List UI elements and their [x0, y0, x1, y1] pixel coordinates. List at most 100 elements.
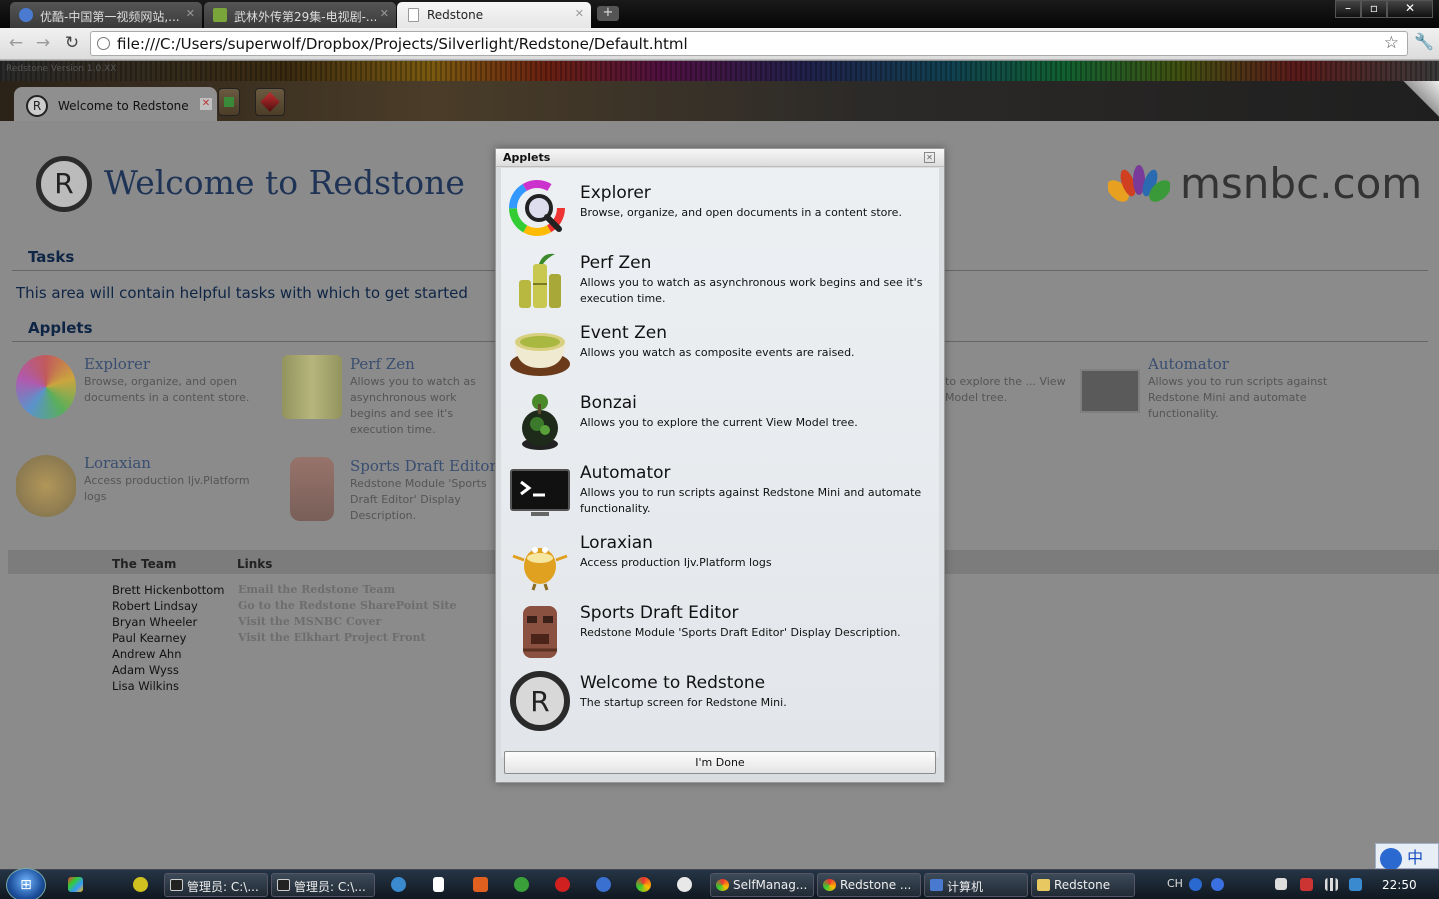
taskbar-label: 计算机 [947, 880, 984, 894]
browser-tab-redstone[interactable]: Redstone ✕ [397, 2, 591, 28]
start-button[interactable]: ⊞ [6, 868, 46, 899]
applet-title: Sports Draft Editor [350, 457, 497, 475]
svg-text:R: R [530, 685, 549, 718]
applet-desc: Browse, organize, and open documents in … [84, 375, 250, 404]
footer-link[interactable]: Visit the MSNBC Cover [238, 614, 456, 630]
new-tab-button[interactable]: + [597, 6, 619, 21]
address-bar[interactable]: file:///C:/Users/superwolf/Dropbox/Proje… [90, 31, 1408, 56]
applet-desc: Access production Ijv.Platform logs [580, 556, 772, 569]
app-tab-welcome[interactable]: R Welcome to Redstone ✕ [14, 87, 217, 121]
lorax-icon [512, 547, 568, 591]
page-info-icon[interactable] [97, 37, 110, 50]
document-icon[interactable] [433, 877, 444, 892]
dialog-title: Applets [503, 151, 551, 164]
links-heading: Links [237, 557, 273, 571]
taskbar-button-folder[interactable]: Redstone [1031, 873, 1135, 897]
done-button[interactable]: I'm Done [504, 751, 936, 774]
dialog-applet-welcome[interactable]: R Welcome to Redstone The startup screen… [501, 658, 939, 731]
clock[interactable]: 22:50 [1382, 878, 1417, 892]
chrome-icon[interactable] [636, 877, 651, 892]
folder-icon [1037, 879, 1050, 891]
youku-favicon-icon [19, 8, 33, 22]
footer-link[interactable]: Go to the Redstone SharePoint Site [238, 598, 456, 614]
download-button[interactable] [218, 88, 240, 116]
team-member: Paul Kearney [112, 631, 187, 645]
quicklaunch-icon[interactable] [68, 877, 83, 892]
redstone-logo-icon: R [510, 671, 570, 731]
back-button[interactable]: ← [5, 32, 27, 54]
terminal-icon [510, 469, 570, 516]
taskbar-button-chrome[interactable]: SelfManag... [710, 873, 814, 897]
tiki-icon [290, 457, 334, 521]
ime-mode: 中 [1407, 848, 1424, 867]
app-tab-close-icon[interactable]: ✕ [200, 98, 212, 110]
tab-close-icon[interactable]: ✕ [186, 7, 195, 20]
dialog-applet-explorer[interactable]: Explorer Browse, organize, and open docu… [501, 168, 939, 238]
maximize-button[interactable]: ▫ [1361, 0, 1387, 18]
minimize-button[interactable]: – [1335, 0, 1361, 18]
dialog-applet-event-zen[interactable]: Event Zen Allows you watch as composite … [501, 308, 939, 378]
bookmark-star-icon[interactable]: ☆ [1384, 33, 1399, 53]
applet-desc: Access production Ijv.Platform logs [84, 474, 250, 503]
tab-label: Redstone [427, 8, 484, 22]
dialog-applet-automator[interactable]: Automator Allows you to run scripts agai… [501, 448, 939, 518]
action-center-icon[interactable] [1300, 878, 1313, 891]
applet-desc: Redstone Module 'Sports Draft Editor' Di… [350, 477, 487, 522]
footer-link[interactable]: Visit the Elkhart Project Front [238, 630, 456, 646]
ime-indicator[interactable]: 中 [1375, 843, 1439, 870]
dialog-applet-loraxian[interactable]: Loraxian Access production Ijv.Platform … [501, 518, 939, 591]
dialog-applet-list: Explorer Browse, organize, and open docu… [501, 168, 939, 774]
dialog-close-icon[interactable]: ✕ [924, 152, 935, 163]
team-member: Adam Wyss [112, 663, 179, 677]
taskbar-button-cmd[interactable]: 管理员: C:\... [164, 873, 268, 897]
dialog-applet-perf-zen[interactable]: Perf Zen Allows you to watch as asynchro… [501, 238, 939, 308]
dialog-header: Applets ✕ [496, 149, 944, 167]
applets-button[interactable] [255, 88, 285, 116]
redstone-big-logo: R [36, 156, 92, 212]
browser-tab-youku[interactable]: 优酷-中国第一视频网站,... ✕ [10, 2, 202, 28]
volume-icon[interactable] [1275, 878, 1287, 890]
lorax-icon [16, 454, 76, 518]
qq-penguin-icon[interactable] [677, 877, 692, 892]
cmd-icon [277, 879, 290, 891]
download-icon [224, 97, 234, 107]
team-member: Lisa Wilkins [112, 679, 179, 693]
forward-button[interactable]: → [32, 32, 54, 54]
dropbox-icon[interactable] [1349, 878, 1362, 891]
quicklaunch-icon[interactable] [133, 877, 148, 892]
quicklaunch-icon[interactable] [596, 877, 611, 892]
help-icon[interactable] [1211, 878, 1224, 891]
applet-title: Explorer [84, 355, 151, 373]
team-heading: The Team [112, 557, 177, 571]
team-member: Brett Hickenbottom [112, 583, 225, 597]
cmd-icon [170, 879, 183, 891]
quicklaunch-icon[interactable] [555, 877, 570, 892]
taskbar-button-computer[interactable]: 计算机 [924, 873, 1028, 897]
input-language[interactable]: CH [1167, 877, 1183, 890]
browser-tab-wulin[interactable]: 武林外传第29集-电视剧-... ✕ [204, 2, 396, 28]
taskbar-button-chrome[interactable]: Redstone ... [817, 873, 921, 897]
quicklaunch-icon[interactable] [514, 877, 529, 892]
version-label: Redstone Version 1.0.XX [6, 64, 117, 74]
peacock-logo-icon [1108, 165, 1170, 202]
dialog-applet-sports-draft-editor[interactable]: Sports Draft Editor Redstone Module 'Spo… [501, 588, 939, 658]
tab-close-icon[interactable]: ✕ [380, 7, 389, 20]
quicklaunch-icon[interactable] [473, 877, 488, 892]
dialog-applet-bonzai[interactable]: Bonzai Allows you to explore the current… [501, 378, 939, 450]
applet-desc: Allows you to watch as asynchronous work… [350, 375, 476, 436]
tab-close-icon[interactable]: ✕ [575, 7, 584, 20]
wrench-menu-icon[interactable]: 🔧 [1414, 32, 1434, 51]
tea-cup-icon [510, 333, 570, 376]
close-window-button[interactable]: ✕ [1387, 0, 1433, 18]
team-list: Brett Hickenbottom Robert Lindsay Bryan … [112, 582, 224, 694]
taskbar-button-cmd[interactable]: 管理员: C:\... [271, 873, 375, 897]
applets-dialog: Applets ✕ Explorer Browse, organize, and… [495, 148, 945, 783]
footer-link[interactable]: Email the Redstone Team [238, 582, 456, 598]
quicklaunch-icon[interactable] [391, 877, 406, 892]
redstone-logo-icon: R [26, 95, 48, 117]
network-icon[interactable] [1325, 878, 1338, 891]
applet-desc: to explore the ... View Model tree. [945, 375, 1066, 404]
ime-tray-icon[interactable] [1189, 878, 1202, 891]
team-member: Robert Lindsay [112, 599, 198, 613]
reload-button[interactable]: ↻ [61, 32, 83, 54]
